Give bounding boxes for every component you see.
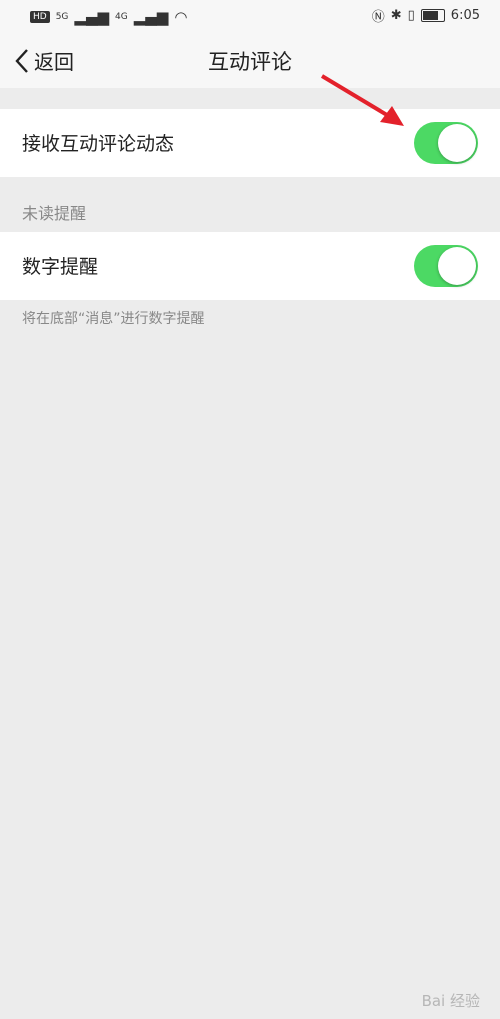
number-reminder-toggle[interactable]	[414, 245, 478, 287]
signal-icon: ▂▄▆	[74, 8, 110, 26]
number-reminder-row: 数字提醒	[0, 232, 500, 300]
receive-comments-toggle[interactable]	[414, 122, 478, 164]
network-5g-label: 5G	[55, 12, 69, 22]
receive-comments-row: 接收互动评论动态	[0, 109, 500, 177]
battery-icon	[420, 9, 445, 22]
bluetooth-icon: ✱	[390, 8, 402, 23]
signal-icon: ▂▄▆	[133, 8, 169, 26]
status-bar: HD 5G ▂▄▆ 4G ▂▄▆ ◠ Ⓝ ✱ ▯ 6:05	[0, 0, 500, 32]
unread-section-header: 未读提醒	[22, 204, 87, 223]
red-arrow-annotation	[320, 74, 404, 126]
clock: 6:05	[450, 8, 480, 23]
hd-badge: HD	[30, 11, 50, 23]
status-left: HD 5G ▂▄▆ 4G ▂▄▆ ◠	[30, 8, 187, 26]
number-reminder-note: 将在底部“消息”进行数字提醒	[22, 311, 205, 327]
nfc-icon: Ⓝ	[371, 10, 385, 25]
number-reminder-label: 数字提醒	[22, 256, 99, 278]
receive-comments-label: 接收互动评论动态	[22, 133, 175, 155]
navigation-bar: 返回 互动评论	[0, 32, 500, 88]
status-right: Ⓝ ✱ ▯ 6:05	[372, 6, 480, 25]
wifi-icon: ◠	[174, 8, 188, 26]
watermark: Bai 经验	[421, 992, 480, 1010]
toggle-knob	[438, 124, 476, 162]
toggle-knob	[438, 247, 476, 285]
page-title: 互动评论	[208, 50, 292, 74]
network-4g-label: 4G	[115, 12, 128, 22]
vibrate-icon: ▯	[407, 8, 415, 23]
